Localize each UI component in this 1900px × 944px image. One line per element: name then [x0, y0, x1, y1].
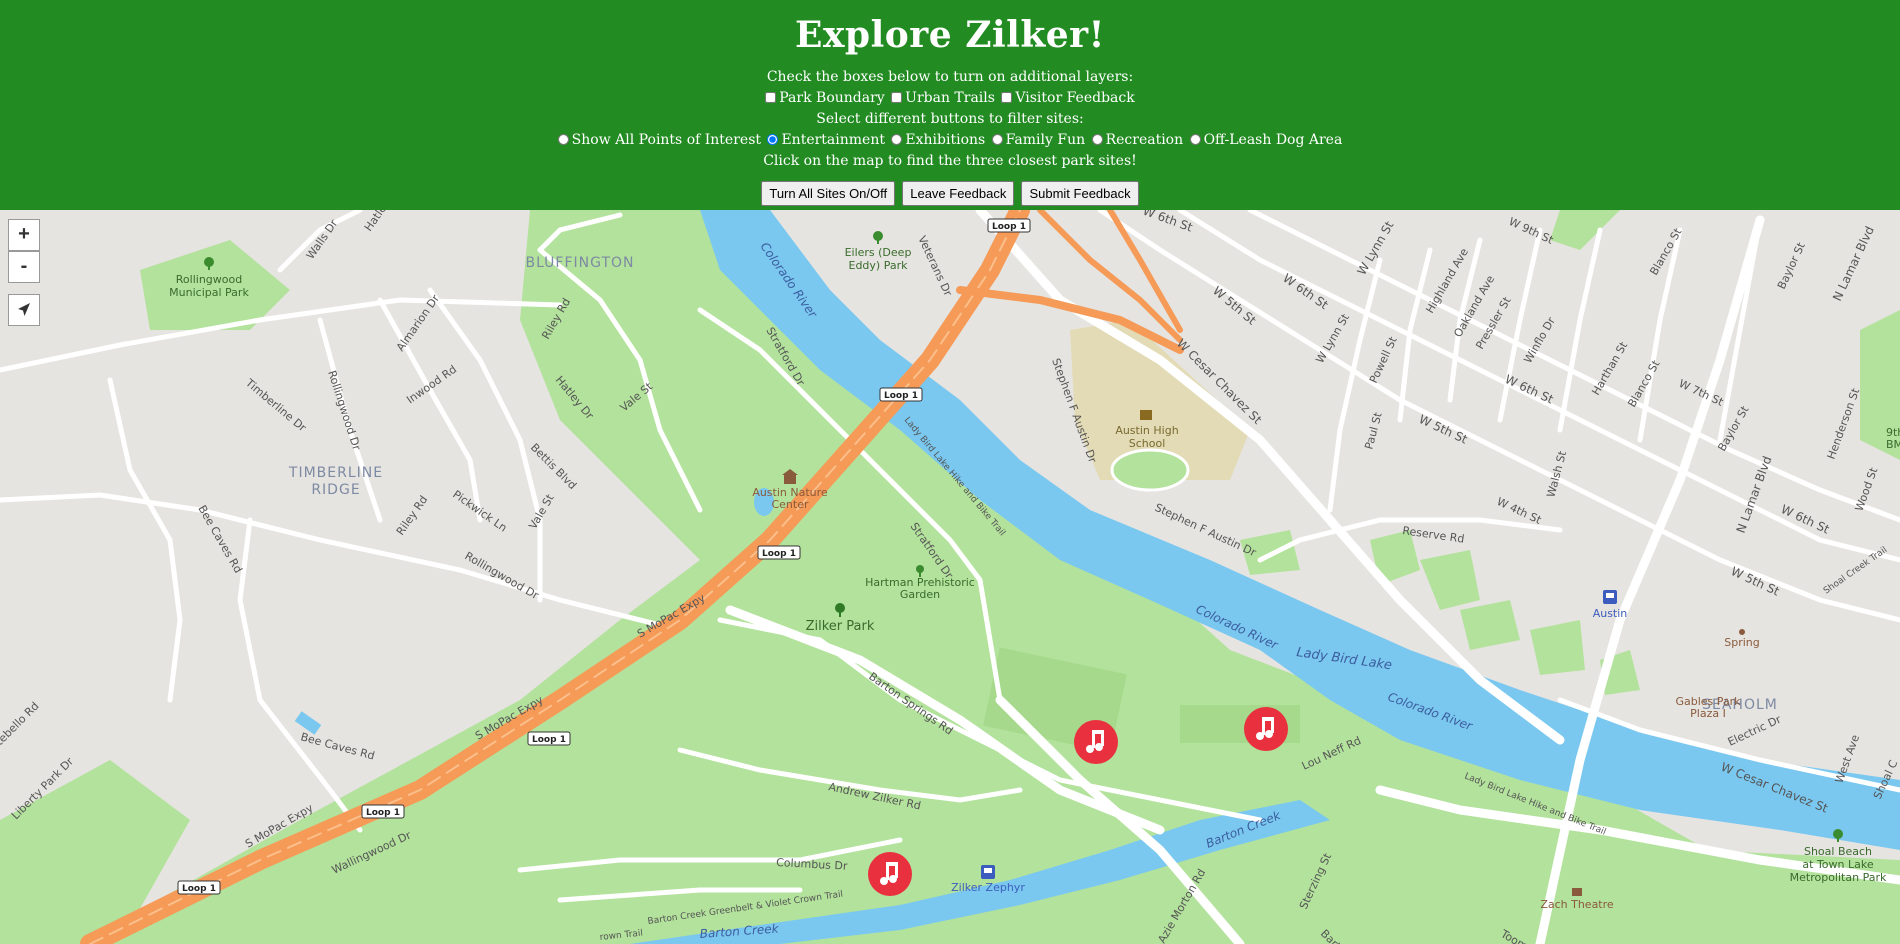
- app-header: Explore Zilker! Check the boxes below to…: [0, 0, 1900, 210]
- visitor-feedback-checkbox[interactable]: [1001, 92, 1013, 103]
- loop-1-shield: Loop 1: [757, 545, 801, 560]
- neighborhood-label-bluffington: BLUFFINGTON: [525, 255, 634, 271]
- place-label: Austin High: [1115, 424, 1178, 437]
- button-row: Turn All Sites On/Off Leave Feedback Sub…: [0, 181, 1900, 206]
- place-label: Rollingwood: [176, 273, 242, 286]
- place-label: School: [1129, 437, 1166, 450]
- entertainment-marker[interactable]: [1074, 720, 1118, 764]
- map-view[interactable]: Loop 1 Loop 1 Loop 1 Loop 1 Loop 1 Loop …: [0, 210, 1900, 944]
- locate-button[interactable]: [8, 294, 40, 326]
- place-label: Eddy) Park: [849, 259, 909, 272]
- filter-exhibitions[interactable]: Exhibitions: [891, 131, 985, 149]
- zoom-in-button[interactable]: +: [8, 219, 40, 251]
- filter-family-fun[interactable]: Family Fun: [991, 131, 1085, 149]
- place-label: Eilers (Deep: [845, 246, 912, 259]
- entertainment-marker[interactable]: [868, 852, 912, 896]
- svg-text:Loop 1: Loop 1: [532, 735, 566, 745]
- submit-feedback-button[interactable]: Submit Feedback: [1021, 181, 1139, 206]
- loop-1-shield: Loop 1: [987, 218, 1031, 233]
- page-title: Explore Zilker!: [795, 14, 1105, 56]
- zoom-out-button[interactable]: -: [8, 251, 40, 283]
- loop-1-shield: Loop 1: [527, 731, 571, 746]
- neighborhood-label-timberline: TIMBERLINE: [288, 465, 383, 481]
- school-icon: [1140, 410, 1152, 420]
- running-track: [1110, 448, 1190, 492]
- svg-text:Loop 1: Loop 1: [762, 549, 796, 559]
- click-prompt: Click on the map to find the three close…: [763, 153, 1137, 169]
- place-label-zilker-park: Zilker Park: [806, 619, 875, 634]
- place-label: Garden: [900, 588, 940, 601]
- filter-family-fun-radio[interactable]: [991, 134, 1003, 145]
- leave-feedback-button[interactable]: Leave Feedback: [902, 181, 1015, 206]
- filter-exhibitions-radio[interactable]: [891, 134, 903, 145]
- filter-off-leash[interactable]: Off-Leash Dog Area: [1189, 131, 1342, 149]
- layer-park-boundary[interactable]: Park Boundary: [765, 89, 885, 107]
- svg-text:Loop 1: Loop 1: [884, 391, 918, 401]
- layer-checkboxes: Park Boundary Urban Trails Visitor Feedb…: [0, 89, 1900, 107]
- place-label: Plaza I: [1690, 707, 1726, 720]
- loop-1-shield: Loop 1: [177, 880, 221, 895]
- urban-trails-checkbox[interactable]: [891, 92, 903, 103]
- place-label: Metropolitan Park: [1790, 871, 1887, 884]
- place-label: Zilker Zephyr: [951, 881, 1025, 894]
- filter-off-leash-radio[interactable]: [1189, 134, 1201, 145]
- filter-entertainment[interactable]: Entertainment: [767, 131, 885, 149]
- svg-text:Loop 1: Loop 1: [182, 884, 216, 894]
- layer-visitor-feedback[interactable]: Visitor Feedback: [1001, 89, 1135, 107]
- place-label: Austin: [1593, 607, 1628, 620]
- place-label: BMX: [1886, 438, 1900, 451]
- layer-urban-trails[interactable]: Urban Trails: [891, 89, 995, 107]
- filter-recreation-radio[interactable]: [1091, 134, 1103, 145]
- poi-dot-icon: [1739, 629, 1745, 635]
- filter-prompt: Select different buttons to filter sites…: [816, 111, 1084, 127]
- place-label: Shoal Beach: [1804, 845, 1872, 858]
- filter-entertainment-radio[interactable]: [767, 134, 779, 145]
- loop-1-shield: Loop 1: [361, 804, 405, 819]
- filter-recreation[interactable]: Recreation: [1091, 131, 1183, 149]
- entertainment-marker[interactable]: [1244, 707, 1288, 751]
- place-label: Center: [771, 498, 809, 511]
- filter-radios: Show All Points of Interest Entertainmen…: [0, 131, 1900, 149]
- theatre-icon: [1572, 888, 1582, 896]
- locate-arrow-icon: [18, 303, 30, 316]
- place-label: Municipal Park: [169, 286, 249, 299]
- layers-prompt: Check the boxes below to turn on additio…: [766, 69, 1134, 85]
- train-station-icon: [981, 865, 995, 879]
- neighborhood-label-ridge: RIDGE: [311, 482, 360, 498]
- loop-1-shield: Loop 1: [879, 387, 923, 402]
- svg-text:Loop 1: Loop 1: [992, 222, 1026, 232]
- filter-all[interactable]: Show All Points of Interest: [557, 131, 761, 149]
- map-canvas[interactable]: Loop 1 Loop 1 Loop 1 Loop 1 Loop 1 Loop …: [0, 210, 1900, 944]
- place-label: Zach Theatre: [1540, 898, 1614, 911]
- filter-all-radio[interactable]: [557, 134, 569, 145]
- park-boundary-checkbox[interactable]: [765, 92, 777, 103]
- place-label: at Town Lake: [1802, 858, 1873, 871]
- train-station-icon: [1603, 590, 1617, 604]
- svg-text:Loop 1: Loop 1: [366, 808, 400, 818]
- place-label: Spring: [1724, 636, 1760, 649]
- toggle-sites-button[interactable]: Turn All Sites On/Off: [761, 181, 896, 206]
